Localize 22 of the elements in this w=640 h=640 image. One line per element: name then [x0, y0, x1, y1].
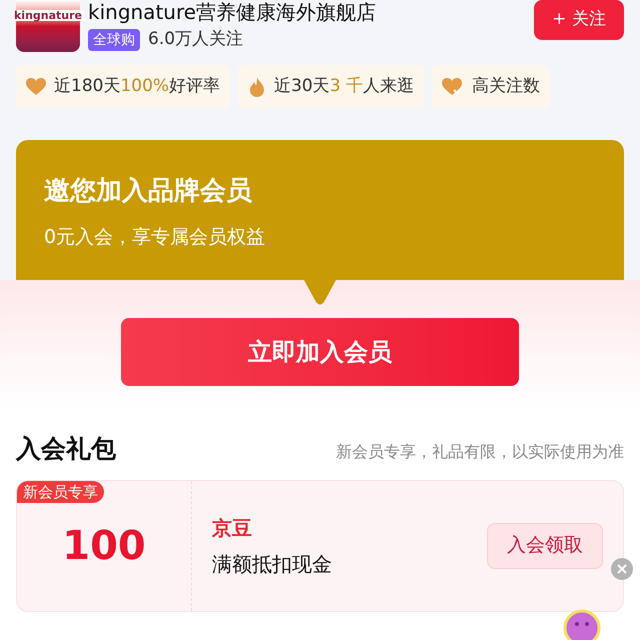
new-member-tag: 新会员专享 [17, 480, 104, 502]
invite-title: 邀您加入品牌会员 [44, 175, 253, 208]
heart-icon [26, 78, 46, 96]
flame-icon [248, 76, 266, 96]
gift-name: 京豆 [212, 514, 253, 542]
highlight-text: 近30天3 千人来逛 [274, 74, 414, 98]
highlight-text: 近180天100%好评率 [54, 74, 220, 98]
join-member-button[interactable]: 立即加入会员 [121, 318, 519, 386]
gift-amount: 100 [62, 522, 146, 570]
heart-check-icon [442, 78, 464, 96]
global-badge: 全球购 [88, 28, 140, 51]
shop-name: kingnature营养健康海外旗舰店 [88, 0, 378, 24]
gift-description: 满额抵扣现金 [212, 550, 333, 578]
floating-mascot-icon[interactable] [562, 608, 602, 640]
gift-title: 入会礼包 [16, 433, 116, 465]
highlight-text: 高关注数 [472, 74, 540, 98]
claim-button[interactable]: 入会领取 [487, 522, 603, 568]
follower-count: 6.0万人关注 [148, 28, 244, 51]
gift-note: 新会员专享，礼品有限，以实际使用为准 [336, 440, 624, 462]
follow-button[interactable]: + 关注 [534, 0, 624, 40]
invite-subtitle: 0元入会，享专属会员权益 [44, 225, 266, 250]
logo-text: kingnature [12, 10, 84, 21]
